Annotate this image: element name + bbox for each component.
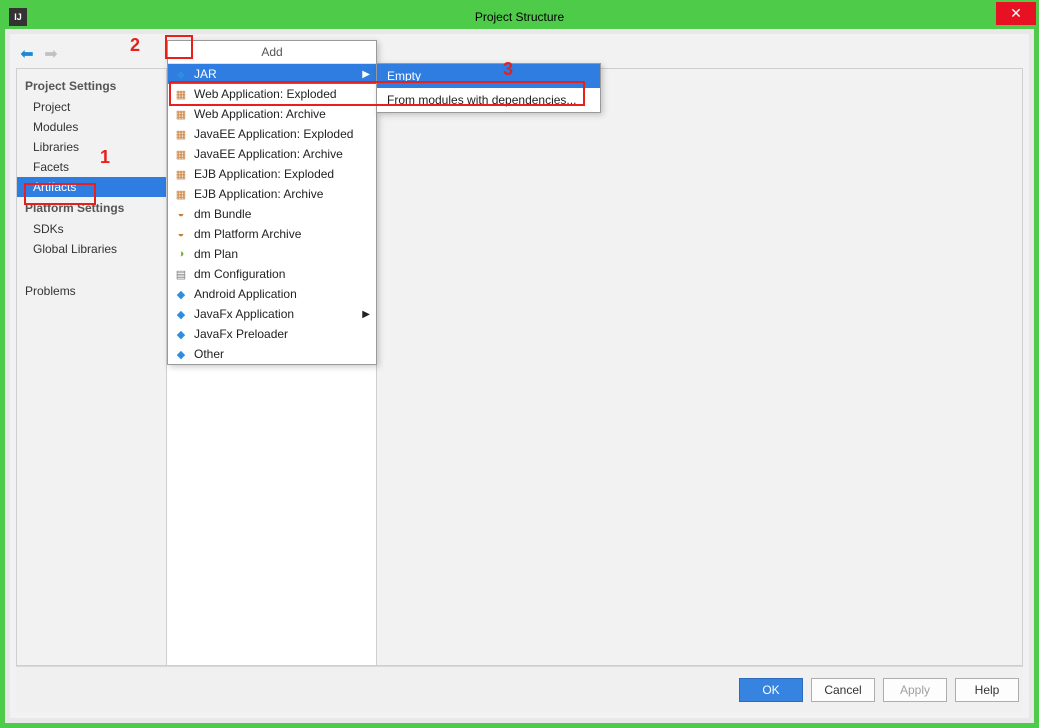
artifact-list: Add ◆ JAR ▶ ▦ Web Application: Exploded ▦ Web … (167, 40, 377, 665)
sidebar-item-global-libraries[interactable]: Global Libraries (17, 239, 166, 259)
titlebar: IJ Project Structure ✕ (5, 5, 1034, 29)
menu-item-label: JavaEE Application: Archive (194, 147, 343, 161)
section-platform-settings: Platform Settings (17, 197, 166, 219)
menu-item[interactable]: ▦ JavaEE Application: Archive (168, 144, 376, 164)
jar-icon: ◆ (174, 67, 188, 81)
close-button[interactable]: ✕ (996, 2, 1036, 25)
menu-item-label: EJB Application: Archive (194, 187, 323, 201)
submenu-item[interactable]: From modules with dependencies... (377, 88, 600, 112)
menu-item[interactable]: ▦ EJB Application: Exploded (168, 164, 376, 184)
bundle-icon: ◒ (174, 227, 188, 241)
menu-item[interactable]: ▦ JavaEE Application: Exploded (168, 124, 376, 144)
menu-item-label: JavaFx Preloader (194, 327, 288, 341)
menu-item[interactable]: ◆ Android Application (168, 284, 376, 304)
sidebar-item-libraries[interactable]: Libraries (17, 137, 166, 157)
sidebar-item-facets[interactable]: Facets (17, 157, 166, 177)
menu-item[interactable]: ▦ EJB Application: Archive (168, 184, 376, 204)
apply-button: Apply (883, 678, 947, 702)
menu-item-label: dm Bundle (194, 207, 251, 221)
bundle-icon: ◒ (174, 207, 188, 221)
menu-item[interactable]: ◑ dm Plan (168, 244, 376, 264)
annotation-1: 1 (100, 147, 110, 168)
menu-item-label: JavaEE Application: Exploded (194, 127, 353, 141)
package-icon: ▦ (174, 87, 188, 101)
help-button[interactable]: Help (955, 678, 1019, 702)
menu-item-label: JavaFx Application (194, 307, 294, 321)
menu-item[interactable]: ◒ dm Platform Archive (168, 224, 376, 244)
annotation-2: 2 (130, 35, 140, 56)
menu-item[interactable]: ◒ dm Bundle (168, 204, 376, 224)
menu-item-label: Web Application: Exploded (194, 87, 337, 101)
submenu-item[interactable]: Empty (377, 64, 600, 88)
sidebar-item-artifacts[interactable]: Artifacts (17, 177, 166, 197)
add-menu: Add ◆ JAR ▶ ▦ Web Application: Exploded ▦ Web … (167, 40, 377, 365)
config-icon: ▤ (174, 267, 188, 281)
main-pane: Add ◆JAR▶▦Web Application: Exploded▦Web … (167, 69, 1022, 665)
menu-item-label: dm Plan (194, 247, 238, 261)
jar-submenu: Empty From modules with dependencies... (376, 63, 601, 113)
menu-item-label: dm Platform Archive (194, 227, 301, 241)
chevron-right-icon: ▶ (362, 309, 370, 320)
package-icon: ▦ (174, 167, 188, 181)
menu-item[interactable]: ◆ JavaFx Preloader (168, 324, 376, 344)
menu-item[interactable]: ◆ JAR ▶ (168, 64, 376, 84)
diamond-icon: ◆ (174, 307, 188, 321)
menu-item-label: JAR (194, 67, 217, 81)
menu-item-label: Android Application (194, 287, 297, 301)
sidebar: Project Settings Project Modules Librari… (17, 69, 167, 665)
submenu-item-label: From modules with dependencies... (387, 93, 576, 107)
diamond-icon: ◆ (174, 347, 188, 361)
app-icon: IJ (9, 8, 27, 26)
nav-forward-icon: ➡ (42, 45, 60, 63)
package-icon: ▦ (174, 107, 188, 121)
sidebar-item-project[interactable]: Project (17, 97, 166, 117)
chevron-right-icon: ▶ (362, 69, 370, 80)
window-title: Project Structure (475, 10, 564, 24)
menu-item-label: EJB Application: Exploded (194, 167, 334, 181)
menu-item[interactable]: ▦ Web Application: Exploded (168, 84, 376, 104)
diamond-icon: ◆ (174, 287, 188, 301)
sidebar-item-problems[interactable]: Problems (17, 281, 166, 301)
menu-item-label: Web Application: Archive (194, 107, 326, 121)
cancel-button[interactable]: Cancel (811, 678, 875, 702)
section-project-settings: Project Settings (17, 75, 166, 97)
menu-item[interactable]: ▦ Web Application: Archive (168, 104, 376, 124)
package-icon: ▦ (174, 127, 188, 141)
annotation-3: 3 (503, 59, 513, 80)
package-icon: ▦ (174, 187, 188, 201)
diamond-icon: ◆ (174, 327, 188, 341)
package-icon: ▦ (174, 147, 188, 161)
menu-item[interactable]: ◆ JavaFx Application ▶ (168, 304, 376, 324)
menu-item-label: Other (194, 347, 224, 361)
submenu-item-label: Empty (387, 69, 421, 83)
footer: OK Cancel Apply Help (16, 666, 1023, 712)
sidebar-item-modules[interactable]: Modules (17, 117, 166, 137)
menu-item[interactable]: ◆ Other (168, 344, 376, 364)
menu-item-label: dm Configuration (194, 267, 285, 281)
menu-item[interactable]: ▤ dm Configuration (168, 264, 376, 284)
nav-back-icon[interactable]: ⬅ (18, 45, 36, 63)
plan-icon: ◑ (174, 247, 188, 261)
ok-button[interactable]: OK (739, 678, 803, 702)
sidebar-item-sdks[interactable]: SDKs (17, 219, 166, 239)
add-menu-title: Add (168, 41, 376, 64)
